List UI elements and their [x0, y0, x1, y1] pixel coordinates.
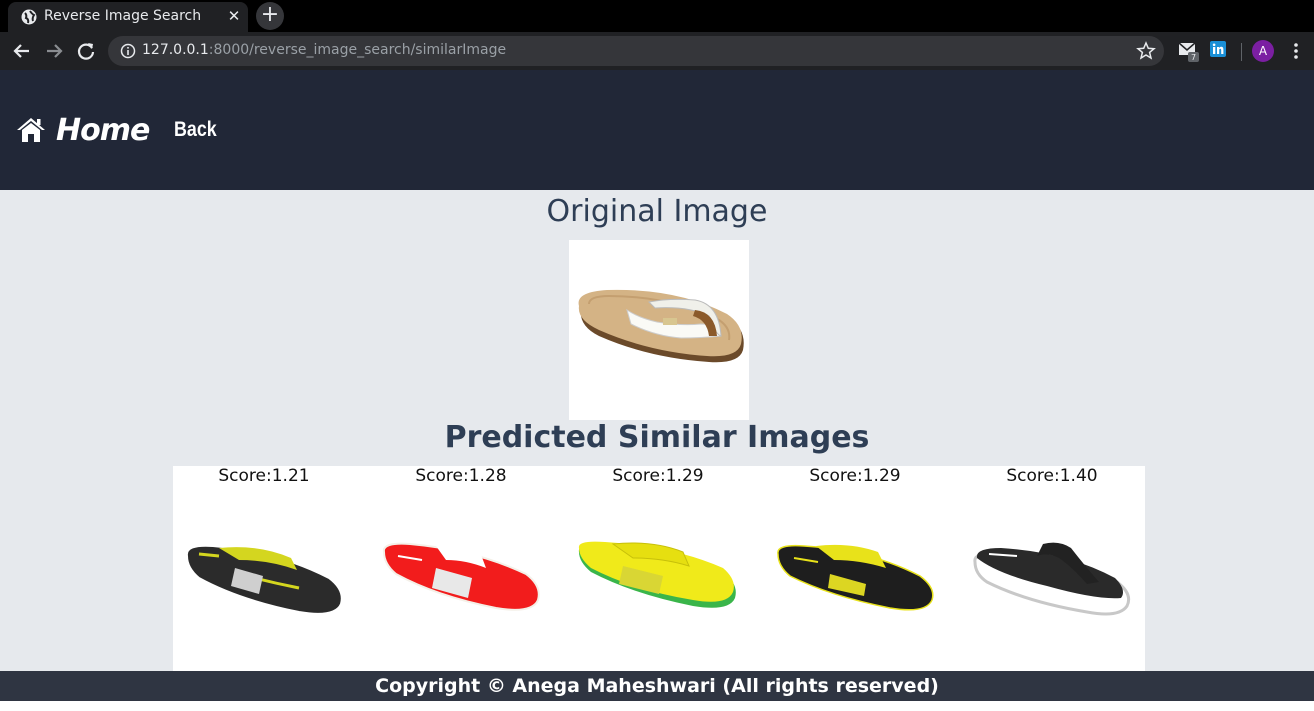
tab-title: Reverse Image Search [44, 8, 202, 24]
home-link[interactable]: Home [16, 108, 150, 152]
similar-images-grid: Score:1.21 Score:1.28 Score:1.29 Score:1… [173, 466, 1145, 671]
url-path: :8000/reverse_image_search/similarImage [208, 42, 507, 58]
house-icon [17, 118, 45, 142]
forward-arrow-icon[interactable] [43, 40, 65, 62]
similarity-score: Score:1.40 [1006, 466, 1098, 486]
similar-image [578, 541, 736, 608]
footer-copyright: Copyright © Anega Maheshwari (All rights… [0, 671, 1314, 701]
similar-image [185, 544, 343, 615]
similar-image [382, 542, 540, 611]
globe-icon [21, 9, 37, 25]
similar-image-card[interactable]: Score:1.40 [961, 466, 1143, 671]
kebab-menu-icon[interactable] [1288, 41, 1304, 61]
predicted-images-heading: Predicted Similar Images [444, 420, 870, 455]
profile-avatar[interactable]: A [1252, 40, 1274, 62]
site-navbar: Home Back [0, 70, 1314, 190]
similarity-score: Score:1.29 [612, 466, 704, 486]
page-bottom-strip [0, 701, 1314, 711]
new-tab-button[interactable]: + [256, 2, 284, 30]
tab-close-icon[interactable]: ✕ [224, 6, 244, 26]
similarity-score: Score:1.29 [809, 466, 901, 486]
similar-image-card[interactable]: Score:1.29 [764, 466, 946, 671]
original-sandal-image [578, 289, 744, 363]
linkedin-extension-icon[interactable] [1210, 41, 1226, 57]
address-bar[interactable]: 127.0.0.1:8000/reverse_image_search/simi… [108, 36, 1164, 66]
similar-image-card[interactable]: Score:1.21 [173, 466, 355, 671]
original-image-heading: Original Image [546, 194, 768, 229]
similar-image-card[interactable]: Score:1.28 [370, 466, 552, 671]
browser-toolbar: 127.0.0.1:8000/reverse_image_search/simi… [0, 32, 1314, 70]
similar-image-card[interactable]: Score:1.29 [567, 466, 749, 671]
bookmark-star-icon[interactable] [1136, 41, 1156, 61]
original-image [569, 240, 749, 420]
back-arrow-icon[interactable] [11, 40, 33, 62]
toolbar-separator [1241, 43, 1242, 61]
mail-badge: 7 [1191, 53, 1196, 62]
home-label: Home [56, 112, 150, 148]
url-text: 127.0.0.1:8000/reverse_image_search/simi… [142, 42, 506, 58]
back-link[interactable]: Back [174, 118, 217, 142]
url-host: 127.0.0.1 [142, 42, 209, 58]
reload-icon[interactable] [75, 40, 97, 62]
browser-tab[interactable]: Reverse Image Search ✕ [8, 2, 248, 32]
similar-image [777, 544, 934, 611]
similar-image [973, 542, 1131, 616]
browser-tab-strip: Reverse Image Search ✕ + [0, 0, 1314, 32]
similarity-score: Score:1.21 [218, 466, 310, 486]
mail-extension-icon[interactable]: 7 [1178, 41, 1200, 63]
site-info-icon[interactable] [120, 43, 136, 59]
page-body: Home Back Original Image Predicted Simil… [0, 70, 1314, 711]
similarity-score: Score:1.28 [415, 466, 507, 486]
